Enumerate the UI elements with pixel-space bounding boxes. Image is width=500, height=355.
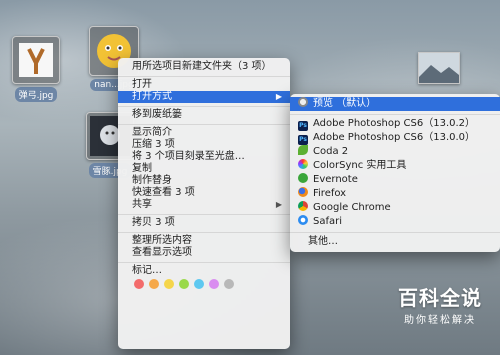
app-label: 预览 （默认） — [313, 98, 377, 109]
app-item-chrome[interactable]: Google Chrome — [290, 201, 500, 215]
app-label: Coda 2 — [313, 146, 349, 157]
app-item-safari[interactable]: Safari — [290, 215, 500, 229]
safari-icon — [298, 215, 308, 225]
photoshop-icon: Ps — [298, 121, 308, 131]
app-label: Google Chrome — [313, 202, 391, 213]
open-with-submenu: 预览 （默认） Ps Adobe Photoshop CS6（13.0.2） Ps… — [290, 94, 500, 252]
menu-item-clean-up-selection[interactable]: 整理所选内容 — [118, 235, 290, 247]
watermark-subtitle: 助你轻松解决 — [404, 315, 476, 326]
watermark: 百科全说 助你轻松解决 — [398, 282, 482, 326]
colorsync-icon — [298, 159, 308, 169]
app-label: Adobe Photoshop CS6（13.0.2） — [313, 118, 476, 129]
app-item-coda[interactable]: Coda 2 — [290, 145, 500, 159]
menu-item-tags[interactable]: 标记… — [118, 265, 290, 277]
chrome-icon — [298, 201, 308, 211]
menu-separator — [118, 213, 290, 215]
app-item-photoshop-1302[interactable]: Ps Adobe Photoshop CS6（13.0.2） — [290, 117, 500, 131]
tag-red[interactable] — [134, 279, 144, 289]
menu-item-quick-look[interactable]: 快速查看 3 项 — [118, 187, 290, 199]
tag-green[interactable] — [179, 279, 189, 289]
coda-icon — [298, 145, 308, 155]
app-item-firefox[interactable]: Firefox — [290, 187, 500, 201]
firefox-icon — [298, 187, 308, 197]
menu-separator — [118, 105, 290, 107]
menu-item-compress[interactable]: 压缩 3 项 — [118, 139, 290, 151]
app-item-other[interactable]: 其他… — [290, 235, 500, 249]
menu-separator — [118, 231, 290, 233]
submenu-arrow-icon: ▶ — [275, 200, 282, 209]
menu-separator — [118, 123, 290, 125]
menu-item-label: 共享 — [132, 199, 152, 210]
menu-item-duplicate[interactable]: 复制 — [118, 163, 290, 175]
slingshot-image — [19, 43, 53, 77]
app-label: ColorSync 实用工具 — [313, 160, 407, 171]
watermark-title: 百科全说 — [398, 286, 482, 310]
menu-item-open[interactable]: 打开 — [118, 79, 290, 91]
tag-purple[interactable] — [209, 279, 219, 289]
app-item-evernote[interactable]: Evernote — [290, 173, 500, 187]
menu-item-make-alias[interactable]: 制作替身 — [118, 175, 290, 187]
app-label: Evernote — [313, 174, 358, 185]
menu-item-move-to-trash[interactable]: 移到废纸篓 — [118, 109, 290, 121]
menu-separator — [290, 231, 500, 233]
menu-item-share[interactable]: 共享 ▶ — [118, 199, 290, 211]
tag-gray[interactable] — [224, 279, 234, 289]
evernote-icon — [298, 173, 308, 183]
app-item-photoshop-1300[interactable]: Ps Adobe Photoshop CS6（13.0.0） — [290, 131, 500, 145]
app-item-preview[interactable]: 预览 （默认） — [290, 97, 500, 111]
app-label: Safari — [313, 216, 343, 227]
preview-icon — [298, 97, 308, 107]
photoshop-icon: Ps — [298, 135, 308, 145]
menu-item-label: 打开方式 — [132, 91, 172, 102]
submenu-arrow-icon: ▶ — [275, 92, 282, 101]
menu-item-show-view-options[interactable]: 查看显示选项 — [118, 247, 290, 259]
file-name: 弹弓.jpg — [14, 87, 58, 102]
tag-blue[interactable] — [194, 279, 204, 289]
menu-item-new-folder-with-selection[interactable]: 用所选项目新建文件夹（3 项） — [118, 61, 290, 73]
menu-item-copy[interactable]: 拷贝 3 项 — [118, 217, 290, 229]
app-label: Adobe Photoshop CS6（13.0.0） — [313, 132, 476, 143]
menu-separator — [290, 113, 500, 115]
file-thumbnail — [12, 36, 60, 84]
menu-separator — [118, 75, 290, 77]
tag-color-row — [118, 277, 290, 291]
menu-item-open-with[interactable]: 打开方式 ▶ — [118, 91, 290, 103]
app-label: Firefox — [313, 188, 347, 199]
tag-yellow[interactable] — [164, 279, 174, 289]
menu-item-get-info[interactable]: 显示简介 — [118, 127, 290, 139]
app-item-colorsync[interactable]: ColorSync 实用工具 — [290, 159, 500, 173]
menu-separator — [118, 261, 290, 263]
context-menu: 用所选项目新建文件夹（3 项） 打开 打开方式 ▶ 移到废纸篓 显示简介 压缩 … — [118, 58, 290, 349]
desktop-file-1[interactable]: 弹弓.jpg — [10, 36, 62, 102]
tag-orange[interactable] — [149, 279, 159, 289]
landscape-image — [419, 53, 459, 83]
menu-item-burn-to-disc[interactable]: 将 3 个项目刻录至光盘… — [118, 151, 290, 163]
desktop-file-partial[interactable] — [418, 52, 460, 84]
